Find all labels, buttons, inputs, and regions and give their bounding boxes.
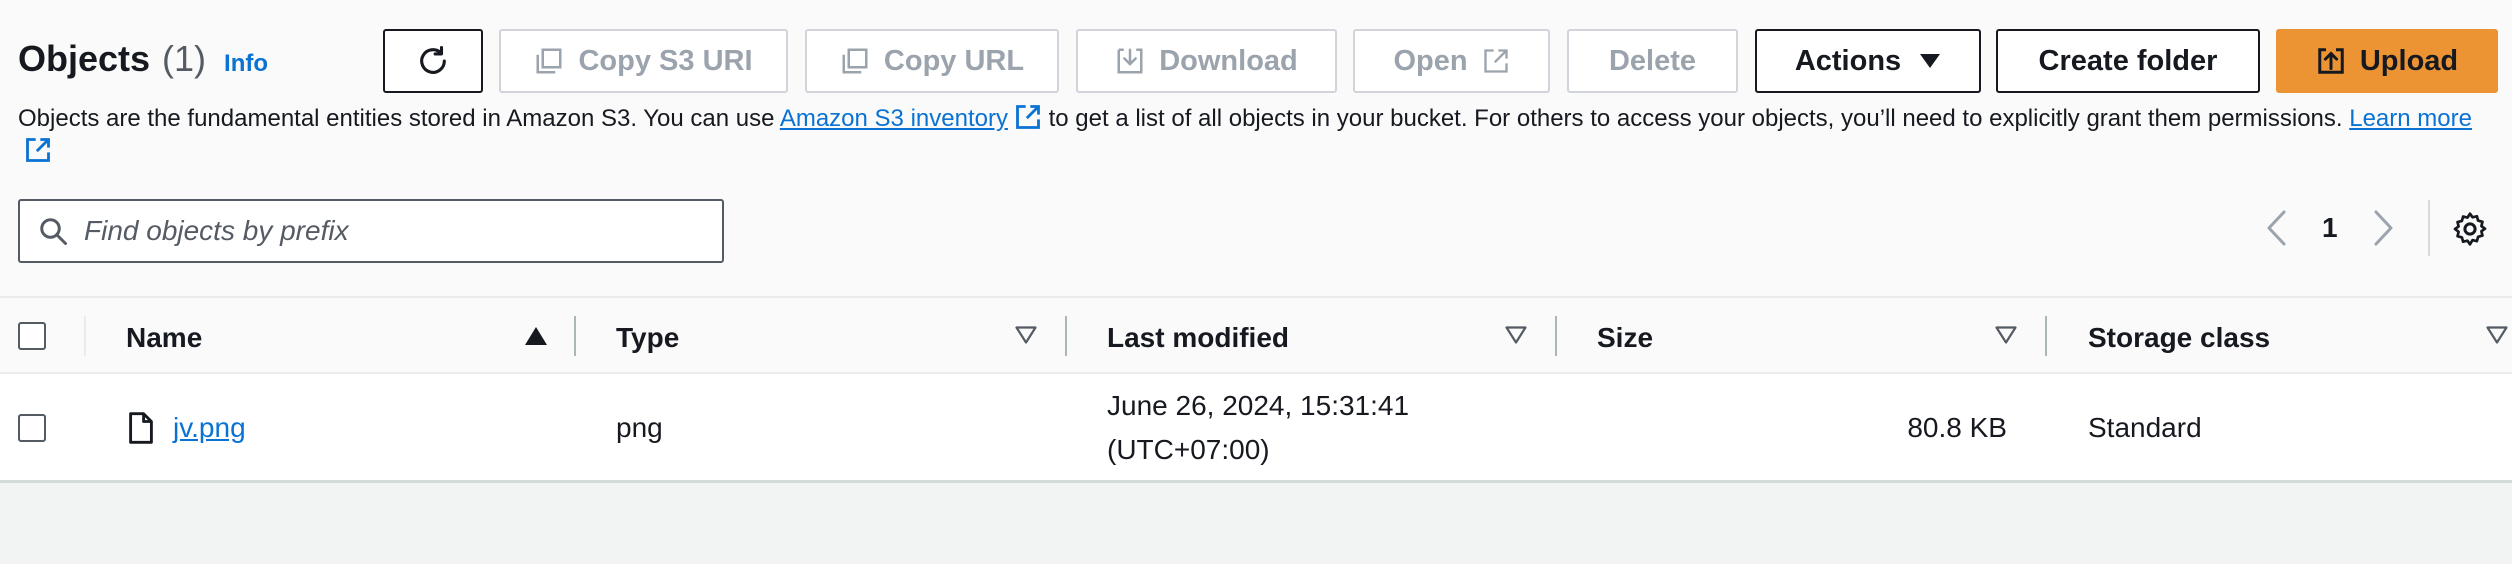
external-link-icon [26, 138, 50, 162]
gear-icon[interactable] [2452, 211, 2488, 247]
upload-button[interactable]: Upload [2276, 29, 2498, 93]
search-icon [40, 218, 67, 245]
objects-panel: Objects (1) Info Copy S3 URI Copy URL Do… [0, 0, 2512, 483]
page-title: Objects [18, 38, 151, 79]
object-last-modified-date: June 26, 2024, 15:31:41 [1107, 390, 1410, 421]
inventory-link[interactable]: Amazon S3 inventory [780, 105, 1008, 132]
chevron-left-icon[interactable] [2264, 209, 2288, 247]
sort-down-icon[interactable] [1015, 326, 1037, 344]
download-label: Download [1159, 44, 1298, 77]
description-text-after: to get a list of all objects in your buc… [1041, 105, 2350, 132]
copy-url-label: Copy URL [883, 44, 1025, 77]
page-title-row: Objects (1) Info [18, 38, 268, 80]
info-link[interactable]: Info [224, 50, 268, 78]
column-separator [1555, 316, 1557, 356]
open-button[interactable]: Open [1353, 29, 1550, 93]
pager-divider [2428, 200, 2430, 256]
column-separator [84, 316, 86, 356]
external-link-icon [1483, 49, 1508, 73]
open-label: Open [1393, 44, 1468, 77]
search-input[interactable] [84, 215, 684, 247]
object-name-link[interactable]: jv.png [173, 412, 246, 444]
copy-url-button[interactable]: Copy URL [805, 29, 1059, 93]
pagination: 1 [2264, 209, 2396, 247]
chevron-right-icon[interactable] [2372, 209, 2396, 247]
learn-more-link[interactable]: Learn more [2349, 105, 2472, 132]
object-size: 80.8 KB [1907, 412, 2007, 443]
objects-description: Objects are the fundamental entities sto… [18, 102, 2498, 168]
objects-header: Objects (1) Info Copy S3 URI Copy URL Do… [0, 0, 2512, 296]
column-separator [2045, 316, 2047, 356]
create-folder-label: Create folder [2038, 44, 2218, 77]
search-box[interactable] [18, 199, 724, 263]
column-separator [574, 316, 576, 356]
copy-icon [842, 48, 868, 74]
column-header-last-modified[interactable]: Last modified [1107, 322, 1289, 354]
create-folder-button[interactable]: Create folder [1996, 29, 2260, 93]
file-icon [129, 412, 153, 444]
description-text-before: Objects are the fundamental entities sto… [18, 105, 780, 132]
column-header-name[interactable]: Name [126, 322, 202, 354]
download-button[interactable]: Download [1076, 29, 1337, 93]
refresh-button[interactable] [383, 29, 483, 93]
column-separator [1065, 316, 1067, 356]
caret-down-icon [1920, 54, 1941, 68]
object-count: (1) [162, 38, 207, 79]
column-header-size[interactable]: Size [1597, 322, 1653, 354]
upload-icon [2318, 48, 2344, 74]
upload-label: Upload [2359, 44, 2459, 77]
sort-down-icon[interactable] [2486, 326, 2508, 344]
object-last-modified-timezone: (UTC+07:00) [1107, 434, 1270, 465]
select-all-checkbox[interactable] [18, 322, 46, 350]
sort-ascending-icon[interactable] [524, 326, 548, 346]
actions-dropdown[interactable]: Actions [1755, 29, 1981, 93]
copy-icon [536, 48, 562, 74]
copy-s3-uri-label: Copy S3 URI [578, 44, 753, 77]
column-header-storage-class[interactable]: Storage class [2088, 322, 2270, 354]
external-link-icon [1016, 105, 1040, 129]
table-header: Name Type Last modified Size Storage cla… [0, 296, 2512, 374]
column-header-type[interactable]: Type [616, 322, 679, 354]
delete-label: Delete [1608, 44, 1697, 77]
download-icon [1117, 48, 1143, 74]
copy-s3-uri-button[interactable]: Copy S3 URI [499, 29, 788, 93]
sort-down-icon[interactable] [1995, 326, 2017, 344]
object-type: png [616, 412, 663, 443]
sort-down-icon[interactable] [1505, 326, 1527, 344]
row-checkbox[interactable] [18, 414, 46, 442]
actions-label: Actions [1794, 44, 1902, 77]
object-storage-class: Standard [2088, 412, 2202, 443]
page-number[interactable]: 1 [2322, 212, 2338, 244]
delete-button[interactable]: Delete [1567, 29, 1738, 93]
refresh-icon [420, 45, 446, 74]
table-row[interactable]: jv.png png June 26, 2024, 15:31:41 (UTC+… [0, 374, 2512, 480]
